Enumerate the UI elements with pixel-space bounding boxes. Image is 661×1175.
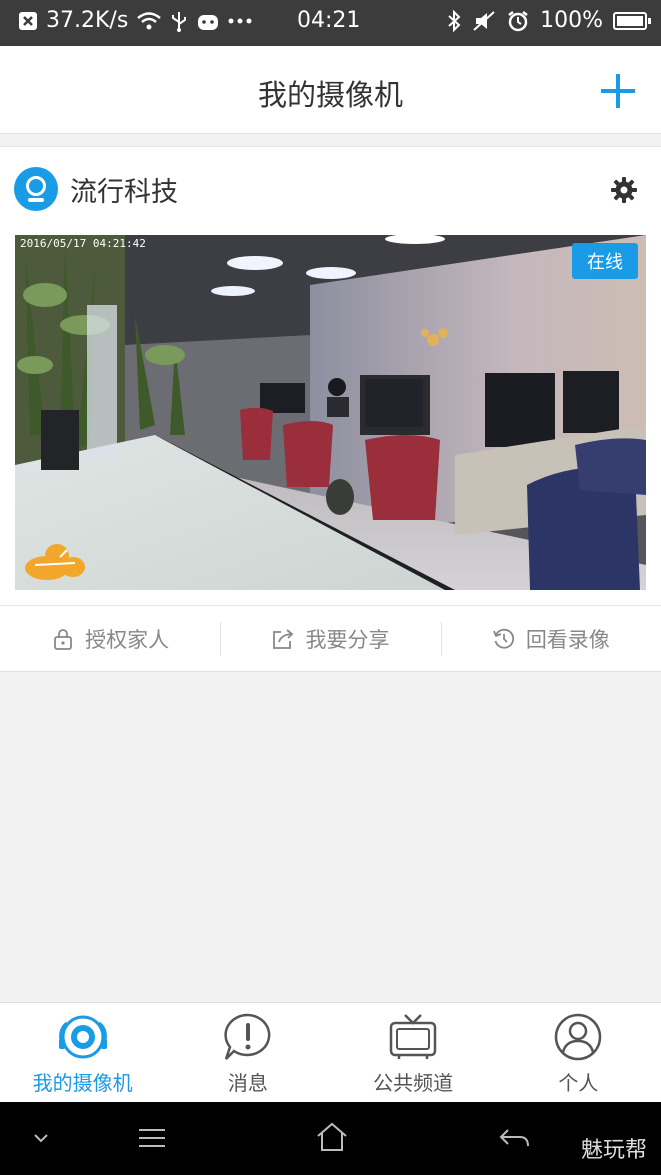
battery-icon [613,11,651,30]
network-speed: 37.2K/s [46,8,129,33]
camera-header: 流行科技 [14,167,178,211]
tab-messages[interactable]: 消息 [165,1003,330,1102]
title-bar: 我的摄像机 [0,46,661,134]
status-right: 100% [446,8,651,33]
mute-icon [473,10,495,31]
close-notification-icon [19,11,37,30]
tab-public-channel-label: 公共频道 [373,1071,454,1095]
watermark-text: 魅玩帮 [580,1138,647,1163]
settings-gear-icon[interactable] [611,177,637,203]
online-status-badge: 在线 [572,243,638,279]
tab-personal[interactable]: 个人 [496,1003,661,1102]
tab-public-channel[interactable]: 公共频道 [331,1003,496,1102]
android-icon [198,14,219,30]
share-button[interactable]: 我要分享 [220,606,440,672]
add-camera-button[interactable] [601,74,635,108]
battery-percent: 100% [540,8,603,33]
chevron-down-icon[interactable] [32,1132,50,1144]
status-time: 04:21 [297,8,361,33]
message-icon [224,1013,271,1060]
camera-card: 流行科技 2016/05/17 04:21:42 在线 授权家人 我要分享 回看… [0,146,661,672]
share-label: 我要分享 [305,628,390,652]
tab-my-cameras-label: 我的摄像机 [32,1071,133,1095]
camera-name: 流行科技 [70,176,178,208]
bluetooth-icon [448,9,461,32]
playback-label: 回看录像 [525,628,610,652]
tab-personal-label: 个人 [558,1071,599,1095]
camera-live-preview[interactable]: 2016/05/17 04:21:42 在线 [15,235,646,590]
authorize-family-button[interactable]: 授权家人 [0,606,220,672]
tab-my-cameras[interactable]: 我的摄像机 [0,1003,165,1102]
more-icon [228,18,252,23]
office-scene-image [15,235,646,590]
playback-button[interactable]: 回看录像 [440,606,661,672]
status-bar: 37.2K/s 04:21 100% [0,0,661,46]
system-nav-bar: 魅玩帮 [0,1102,661,1175]
share-icon [273,629,294,649]
tab-messages-label: 消息 [227,1071,268,1095]
tv-icon [389,1014,437,1059]
history-icon [492,628,514,649]
authorize-family-label: 授权家人 [85,628,170,652]
page-title: 我的摄像机 [257,78,403,112]
video-timestamp: 2016/05/17 04:21:42 [20,237,146,250]
alarm-icon [508,10,528,31]
camera-icon [58,1015,107,1059]
usb-icon [172,11,187,32]
menu-icon[interactable] [138,1128,166,1148]
back-icon[interactable] [498,1126,530,1150]
wifi-icon [137,11,162,29]
camera-actions: 授权家人 我要分享 回看录像 [0,605,661,672]
bottom-tab-bar: 我的摄像机 消息 公共频道 个人 [0,1002,661,1102]
lock-icon [54,629,73,650]
home-icon[interactable] [316,1122,348,1152]
status-left: 37.2K/s [18,8,252,33]
camera-logo-icon [14,167,58,211]
person-icon [555,1013,602,1061]
